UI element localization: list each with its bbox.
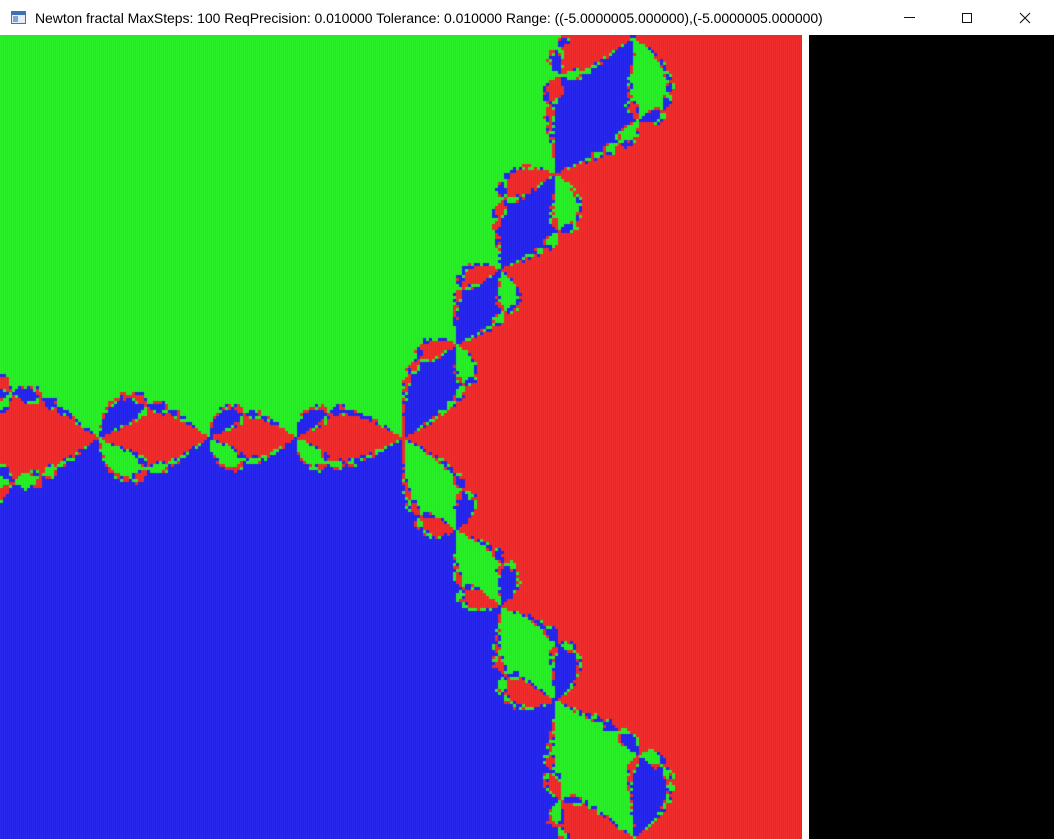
fractal-view[interactable] [0,35,802,839]
maximize-icon [962,12,972,23]
minimize-icon [903,17,915,18]
title-bar[interactable]: Newton fractal MaxSteps: 100 ReqPrecisio… [0,0,1054,35]
side-panel [809,35,1054,839]
newton-fractal-canvas[interactable] [0,35,802,839]
minimize-button[interactable] [880,0,938,35]
close-button[interactable] [996,0,1054,35]
close-icon [1019,12,1031,23]
app-window: Newton fractal MaxSteps: 100 ReqPrecisio… [0,0,1054,839]
maximize-button[interactable] [938,0,996,35]
window-title: Newton fractal MaxSteps: 100 ReqPrecisio… [35,9,823,26]
panel-divider [802,35,809,839]
client-area [0,35,1054,839]
window-app-icon[interactable] [11,10,27,26]
